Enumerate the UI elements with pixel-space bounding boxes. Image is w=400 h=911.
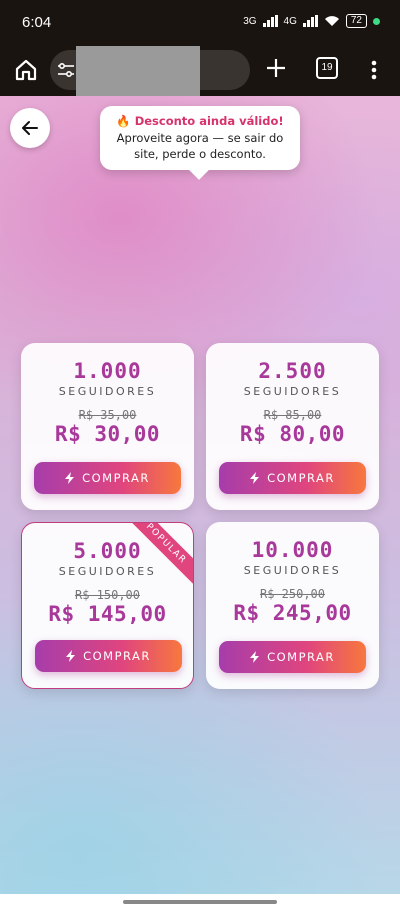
home-icon xyxy=(15,59,37,81)
plan-old-price: R$ 35,00 xyxy=(78,408,137,422)
lightning-icon xyxy=(250,472,260,484)
home-button[interactable] xyxy=(12,56,40,84)
battery-icon: 72 xyxy=(345,14,367,28)
plan-old-price: R$ 85,00 xyxy=(263,408,322,422)
plan-new-price: R$ 245,00 xyxy=(233,601,352,625)
system-nav-bar xyxy=(0,894,400,911)
plan-new-price: R$ 145,00 xyxy=(48,602,167,626)
buy-button-label: COMPRAR xyxy=(83,649,151,663)
buy-button-label: COMPRAR xyxy=(267,650,335,664)
status-icons: 3G 4G 72 xyxy=(243,14,380,28)
address-bar[interactable] xyxy=(50,46,250,96)
tooltip-line-2: site, perde o desconto. xyxy=(134,147,266,161)
buy-button-1000[interactable]: COMPRAR xyxy=(34,462,181,494)
status-bar: 6:04 3G 4G 72 xyxy=(0,0,400,46)
browser-toolbar: 19 xyxy=(0,46,400,96)
lightning-icon xyxy=(65,472,75,484)
tabs-button[interactable]: 19 xyxy=(316,57,338,79)
wifi-icon xyxy=(324,16,339,26)
page-content: 🔥 Desconto ainda válido! Aproveite agora… xyxy=(0,96,400,894)
network-4g-label: 4G xyxy=(283,15,297,27)
lightning-icon xyxy=(66,650,76,662)
more-vert-icon xyxy=(371,60,377,80)
plan-unit: SEGUIDORES xyxy=(58,385,157,398)
tooltip-title: 🔥 Desconto ainda válido! xyxy=(116,114,284,128)
tooltip-line-1: Aproveite agora — se sair do xyxy=(116,131,284,145)
plan-card-1000: 1.000 SEGUIDORES R$ 35,00 R$ 30,00 COMPR… xyxy=(21,343,194,510)
plan-unit: SEGUIDORES xyxy=(58,565,157,578)
plus-icon xyxy=(267,59,285,77)
buy-button-label: COMPRAR xyxy=(82,471,150,485)
lightning-icon xyxy=(250,651,260,663)
signal-icon-2 xyxy=(302,15,318,27)
plan-old-price: R$ 250,00 xyxy=(259,587,326,601)
plan-card-10000: 10.000 SEGUIDORES R$ 250,00 R$ 245,00 CO… xyxy=(206,522,379,689)
plan-quantity: 2.500 xyxy=(258,359,327,383)
tune-icon[interactable] xyxy=(56,60,76,80)
status-time: 6:04 xyxy=(22,14,52,31)
buy-button-5000[interactable]: COMPRAR xyxy=(35,640,182,672)
url-redacted xyxy=(76,46,200,96)
plan-quantity: 1.000 xyxy=(73,359,142,383)
signal-icon xyxy=(262,15,278,27)
gesture-handle[interactable] xyxy=(123,900,277,904)
arrow-left-icon xyxy=(22,121,38,135)
plan-unit: SEGUIDORES xyxy=(243,385,342,398)
buy-button-2500[interactable]: COMPRAR xyxy=(219,462,366,494)
plan-quantity: 10.000 xyxy=(251,538,334,562)
plan-card-5000: POPULAR 5.000 SEGUIDORES R$ 150,00 R$ 14… xyxy=(21,522,194,689)
more-vert-button[interactable] xyxy=(366,56,382,84)
new-tab-button[interactable] xyxy=(262,54,290,82)
plan-new-price: R$ 80,00 xyxy=(239,422,346,446)
plan-old-price: R$ 150,00 xyxy=(74,588,141,602)
buy-button-label: COMPRAR xyxy=(267,471,335,485)
plan-card-2500: 2.500 SEGUIDORES R$ 85,00 R$ 80,00 COMPR… xyxy=(206,343,379,510)
plan-new-price: R$ 30,00 xyxy=(54,422,161,446)
buy-button-10000[interactable]: COMPRAR xyxy=(219,641,366,673)
privacy-indicator-icon xyxy=(373,17,380,25)
plan-unit: SEGUIDORES xyxy=(243,564,342,577)
network-3g-label: 3G xyxy=(243,15,257,27)
back-button[interactable] xyxy=(10,108,50,148)
discount-tooltip: 🔥 Desconto ainda válido! Aproveite agora… xyxy=(100,106,300,170)
